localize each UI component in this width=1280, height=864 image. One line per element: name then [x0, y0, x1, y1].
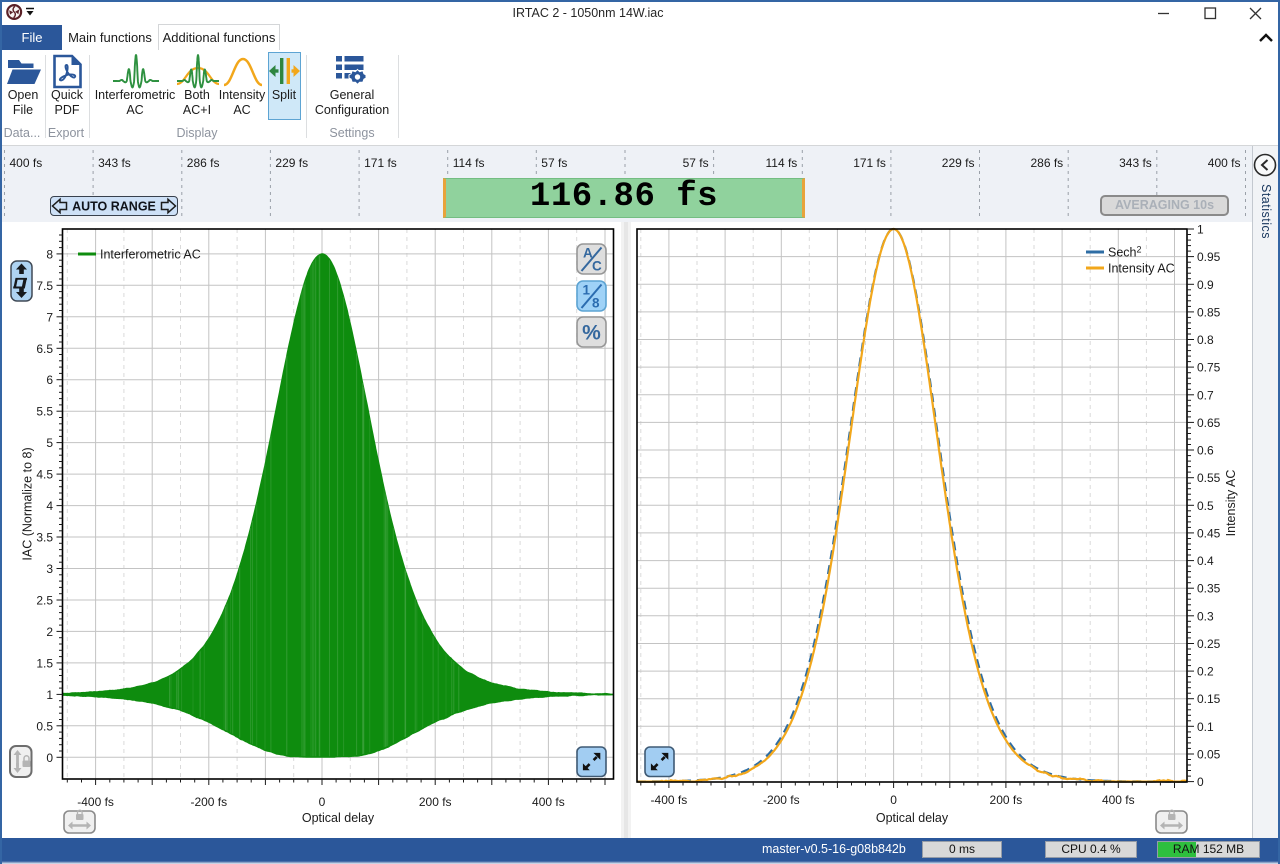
svg-text:Optical delay: Optical delay — [302, 811, 375, 825]
svg-text:0.75: 0.75 — [1197, 361, 1221, 375]
svg-text:0: 0 — [46, 751, 53, 765]
svg-text:5: 5 — [46, 436, 53, 450]
svg-text:400 fs: 400 fs — [1102, 793, 1135, 807]
svg-text:Optical delay: Optical delay — [876, 811, 949, 825]
svg-text:0.8: 0.8 — [1197, 333, 1214, 347]
svg-text:229 fs: 229 fs — [942, 156, 975, 170]
svg-text:2: 2 — [46, 625, 53, 639]
svg-text:0: 0 — [319, 795, 326, 809]
svg-text:400 fs: 400 fs — [532, 795, 565, 809]
svg-text:6: 6 — [46, 373, 53, 387]
svg-text:0.7: 0.7 — [1197, 388, 1214, 402]
svg-text:0.85: 0.85 — [1197, 305, 1221, 319]
svg-text:0.15: 0.15 — [1197, 692, 1221, 706]
svg-text:-400 fs: -400 fs — [77, 795, 114, 809]
svg-text:1: 1 — [1197, 223, 1204, 237]
svg-text:-400 fs: -400 fs — [651, 793, 688, 807]
svg-text:C: C — [592, 259, 602, 274]
svg-text:286 fs: 286 fs — [187, 156, 220, 170]
svg-text:0.6: 0.6 — [1197, 444, 1214, 458]
svg-text:4: 4 — [46, 499, 53, 513]
svg-text:1.5: 1.5 — [36, 656, 53, 670]
svg-text:343 fs: 343 fs — [1119, 156, 1152, 170]
svg-text:0.9: 0.9 — [1197, 278, 1214, 292]
svg-text:Sech2: Sech2 — [1108, 245, 1142, 260]
svg-text:0.95: 0.95 — [1197, 250, 1221, 264]
svg-text:4.5: 4.5 — [36, 468, 53, 482]
svg-text:0.2: 0.2 — [1197, 665, 1214, 679]
svg-text:0.5: 0.5 — [1197, 499, 1214, 513]
svg-text:57 fs: 57 fs — [683, 156, 709, 170]
svg-text:114 fs: 114 fs — [453, 156, 485, 170]
svg-text:8: 8 — [592, 296, 600, 311]
svg-text:Interferometric AC: Interferometric AC — [100, 248, 201, 262]
svg-text:0.3: 0.3 — [1197, 609, 1214, 623]
svg-text:400 fs: 400 fs — [10, 156, 43, 170]
svg-text:0.05: 0.05 — [1197, 748, 1221, 762]
svg-text:286 fs: 286 fs — [1030, 156, 1063, 170]
svg-text:5.5: 5.5 — [36, 405, 53, 419]
svg-text:6.5: 6.5 — [36, 342, 53, 356]
svg-text:IAC (Normalize to 8): IAC (Normalize to 8) — [21, 447, 35, 560]
svg-text:AUTO RANGE: AUTO RANGE — [72, 200, 156, 214]
svg-text:-200 fs: -200 fs — [190, 795, 227, 809]
svg-text:0.4: 0.4 — [1197, 554, 1214, 568]
svg-text:3: 3 — [46, 562, 53, 576]
svg-text:0.1: 0.1 — [1197, 720, 1214, 734]
svg-text:0: 0 — [1197, 775, 1204, 789]
svg-text:%: % — [582, 322, 601, 345]
svg-text:0: 0 — [890, 793, 897, 807]
svg-text:0.35: 0.35 — [1197, 582, 1221, 596]
svg-text:114 fs: 114 fs — [765, 156, 797, 170]
svg-text:0.25: 0.25 — [1197, 637, 1221, 651]
svg-text:343 fs: 343 fs — [98, 156, 131, 170]
svg-text:0.65: 0.65 — [1197, 416, 1221, 430]
svg-text:1: 1 — [46, 688, 53, 702]
svg-text:400 fs: 400 fs — [1208, 156, 1241, 170]
svg-text:57 fs: 57 fs — [541, 156, 567, 170]
svg-text:0.55: 0.55 — [1197, 471, 1221, 485]
svg-text:171 fs: 171 fs — [853, 156, 886, 170]
svg-text:200 fs: 200 fs — [990, 793, 1023, 807]
svg-text:7: 7 — [46, 310, 53, 324]
svg-text:8: 8 — [46, 247, 53, 261]
svg-text:0.45: 0.45 — [1197, 526, 1221, 540]
svg-text:200 fs: 200 fs — [419, 795, 452, 809]
svg-text:0.5: 0.5 — [36, 719, 53, 733]
svg-text:229 fs: 229 fs — [275, 156, 308, 170]
svg-text:3.5: 3.5 — [36, 531, 53, 545]
svg-text:Intensity AC: Intensity AC — [1108, 262, 1175, 276]
svg-text:Intensity AC: Intensity AC — [1224, 470, 1238, 537]
svg-text:7.5: 7.5 — [36, 279, 53, 293]
svg-text:1: 1 — [583, 283, 591, 298]
svg-text:-200 fs: -200 fs — [763, 793, 800, 807]
svg-text:2.5: 2.5 — [36, 594, 53, 608]
svg-text:171 fs: 171 fs — [364, 156, 397, 170]
